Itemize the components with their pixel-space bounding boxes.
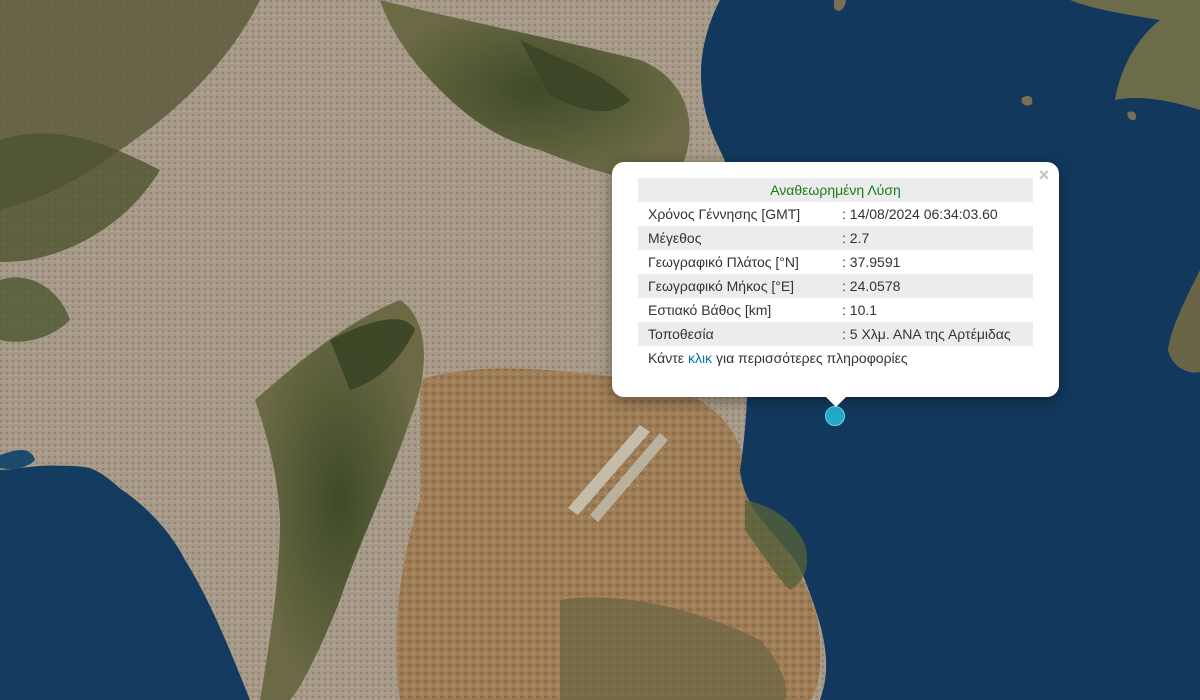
row-value: : 37.9591	[842, 254, 901, 270]
more-info-link[interactable]: κλικ	[688, 350, 712, 366]
table-row-magnitude: Μέγεθος : 2.7	[638, 226, 1033, 250]
row-label: Εστιακό Βάθος [km]	[648, 302, 772, 318]
popup-title: Αναθεωρημένη Λύση	[638, 178, 1033, 202]
row-label: Χρόνος Γέννησης [GMT]	[648, 206, 801, 222]
row-value: : 2.7	[832, 226, 1033, 250]
earthquake-info-popup: × Αναθεωρημένη Λύση Χρόνος Γέννησης [GMT…	[612, 162, 1059, 407]
row-value: : 10.1	[842, 302, 878, 318]
earthquake-info-table: Αναθεωρημένη Λύση Χρόνος Γέννησης [GMT] …	[638, 178, 1033, 346]
table-row-location: Τοποθεσία : 5 Χλμ. ΑΝΑ της Αρτέμιδας	[638, 322, 1033, 346]
row-label: Γεωγραφικό Μήκος [°E]	[638, 274, 832, 298]
more-info-suffix: για περισσότερες πληροφορίες	[715, 350, 908, 366]
row-label: Γεωγραφικό Πλάτος [°N]	[648, 254, 799, 270]
row-label: Μέγεθος	[638, 226, 832, 250]
earthquake-epicenter-marker-icon[interactable]	[825, 406, 845, 426]
table-row-depth: Εστιακό Βάθος [km] : 10.1	[638, 298, 1033, 322]
table-row-origin-time: Χρόνος Γέννησης [GMT] : 14/08/2024 06:34…	[638, 202, 1033, 226]
satellite-map[interactable]: × Αναθεωρημένη Λύση Χρόνος Γέννησης [GMT…	[0, 0, 1200, 700]
table-row-longitude: Γεωγραφικό Μήκος [°E] : 24.0578	[638, 274, 1033, 298]
row-value: : 14/08/2024 06:34:03.60	[842, 206, 998, 222]
row-value: : 5 Χλμ. ΑΝΑ της Αρτέμιδας	[832, 322, 1033, 346]
popup-tip	[825, 396, 847, 407]
row-value: : 24.0578	[832, 274, 1033, 298]
table-row-latitude: Γεωγραφικό Πλάτος [°N] : 37.9591	[638, 250, 1033, 274]
more-info-line: Κάντε κλικ για περισσότερες πληροφορίες	[638, 346, 1033, 370]
row-label: Τοποθεσία	[638, 322, 832, 346]
close-icon[interactable]: ×	[1035, 166, 1053, 184]
table-row-title: Αναθεωρημένη Λύση	[638, 178, 1033, 202]
more-info-prefix: Κάντε	[648, 350, 685, 366]
